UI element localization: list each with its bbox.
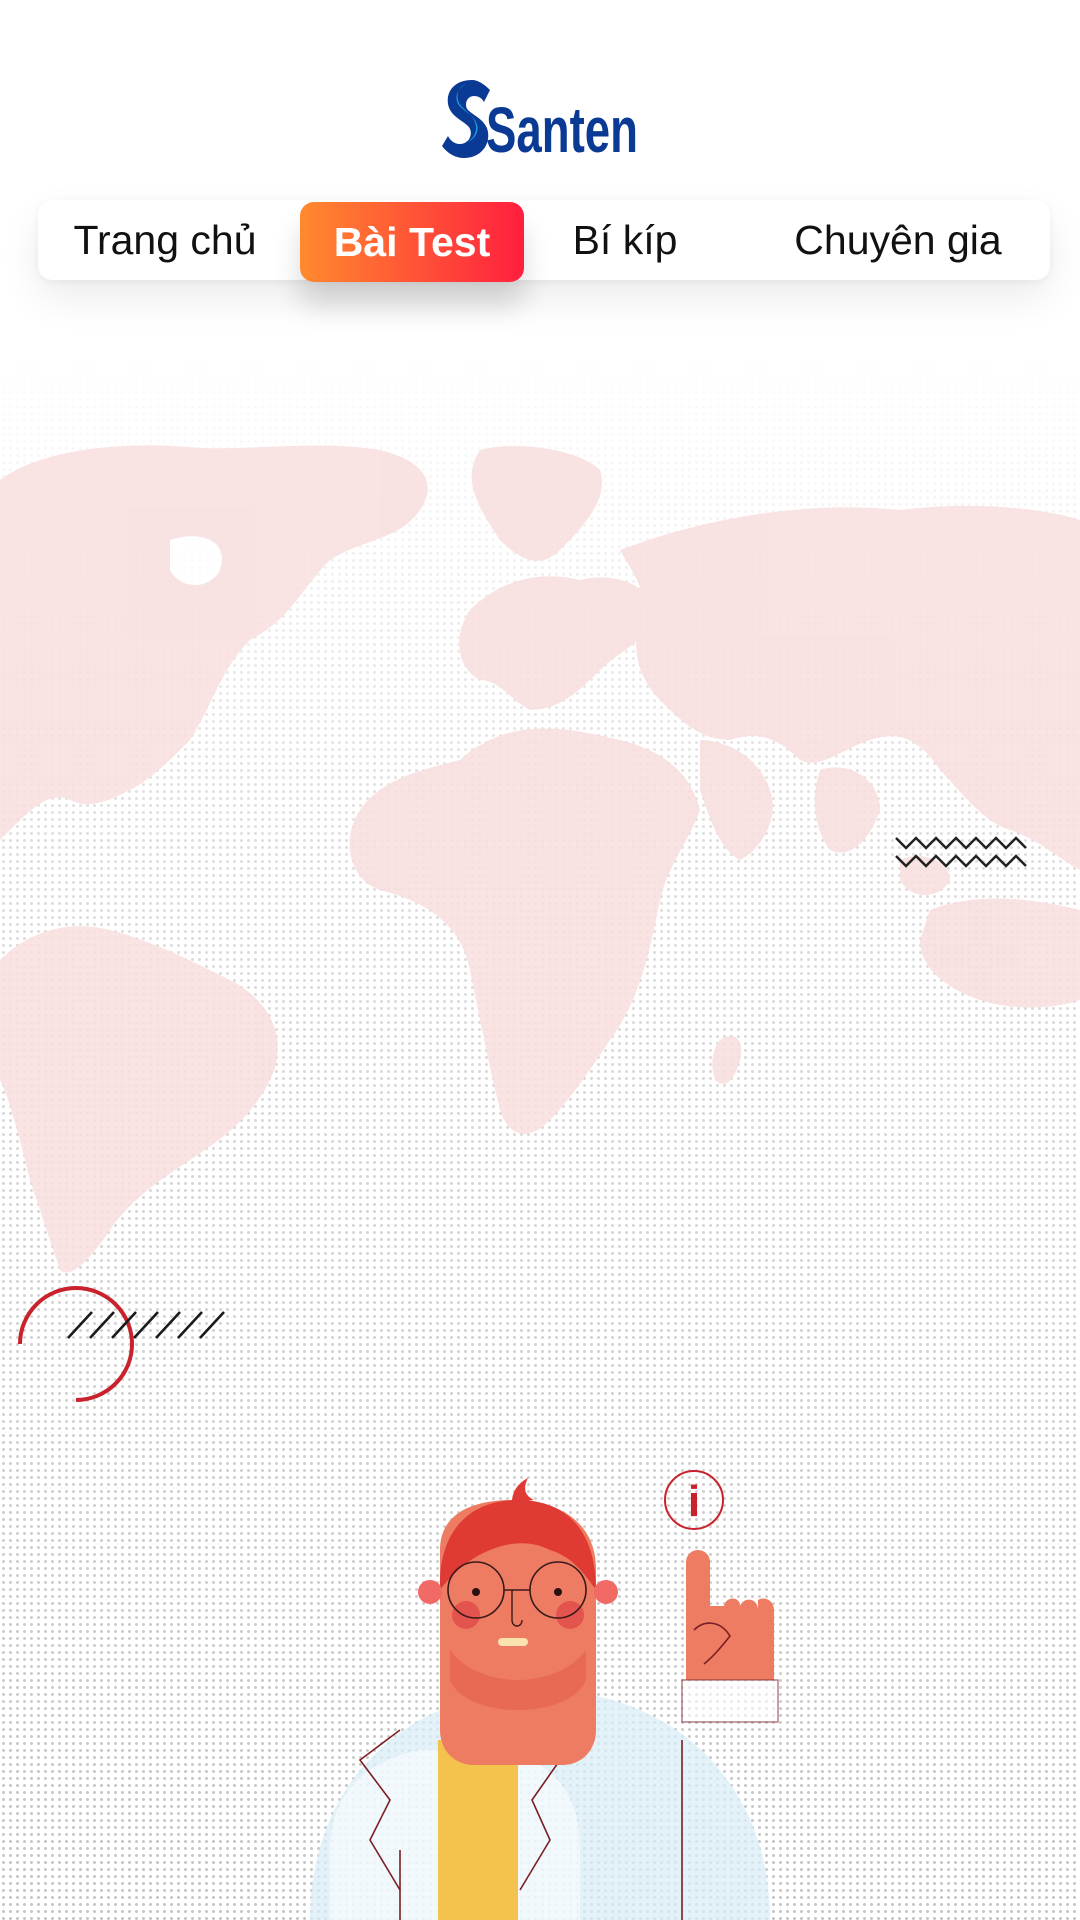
nav-item-trang-chu[interactable]: Trang chủ <box>60 200 270 280</box>
info-glyph: i <box>688 1477 700 1526</box>
diagonal-slash-lines <box>67 1311 225 1339</box>
zigzag-lines <box>895 836 1027 868</box>
doctor-pointing-up-illustration: i <box>310 1470 779 1920</box>
half-circle-outline <box>18 1286 134 1402</box>
logo-text: Santen <box>486 94 638 160</box>
nav-item-chuyen-gia[interactable]: Chuyên gia <box>760 200 1036 280</box>
nav-item-bai-test[interactable]: Bài Test <box>300 202 524 282</box>
info-icon: i <box>664 1470 724 1530</box>
main-nav: Trang chủ Bài Test Bí kíp Chuyên gia <box>38 200 1050 282</box>
world-map-illustration <box>0 445 1080 1273</box>
santen-logo[interactable]: Santen <box>438 74 644 160</box>
nav-item-bi-kip[interactable]: Bí kíp <box>560 200 690 280</box>
